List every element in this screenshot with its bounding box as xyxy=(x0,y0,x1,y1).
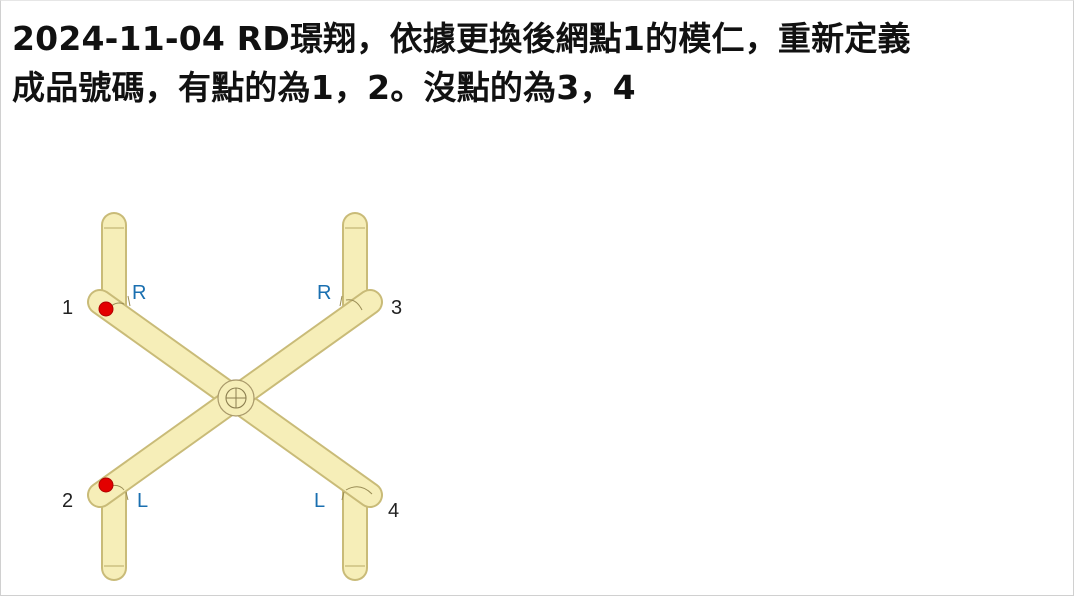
dot-marker-2 xyxy=(98,477,114,493)
x-part-diagram: 1 2 3 4 R R L L xyxy=(62,212,402,581)
label-1: 1 xyxy=(62,297,73,319)
side-label-l-right: L xyxy=(314,490,325,512)
side-label-l-left: L xyxy=(137,490,148,512)
side-label-r-left: R xyxy=(132,282,146,304)
label-3: 3 xyxy=(391,297,402,319)
center-hub xyxy=(217,379,255,417)
label-2: 2 xyxy=(62,490,73,512)
dot-marker-1 xyxy=(98,301,114,317)
side-label-r-right: R xyxy=(317,282,331,304)
label-4: 4 xyxy=(388,500,399,522)
